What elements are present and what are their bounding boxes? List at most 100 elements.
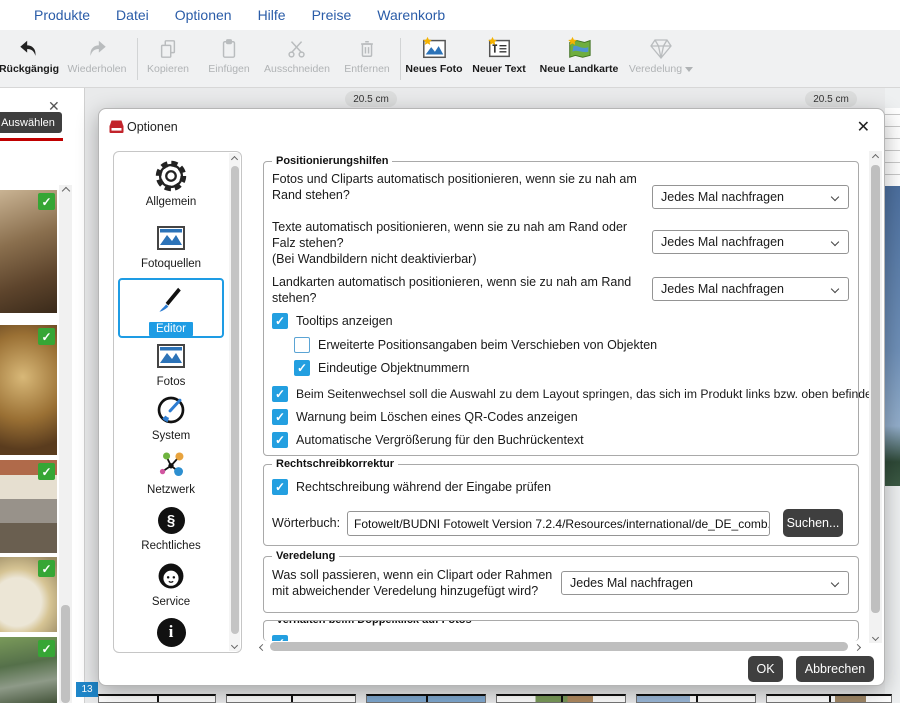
- scrollbar-thumb[interactable]: [270, 642, 848, 651]
- scroll-right-icon[interactable]: [851, 641, 864, 653]
- section-spellcheck: Rechtschreibkorrektur ✓ Rechtschreibung …: [263, 464, 859, 546]
- scroll-down-icon[interactable]: [229, 639, 240, 651]
- menu-optionen[interactable]: Optionen: [175, 7, 232, 23]
- photo-thumbnail-stream[interactable]: ✓: [0, 637, 57, 703]
- nav-item-netzwerk[interactable]: Netzwerk: [114, 446, 228, 496]
- page-change-layout-checkbox[interactable]: ✓: [272, 386, 288, 402]
- nav-label: Fotos: [157, 376, 186, 388]
- checkbox-row-spellcheck: ✓ Rechtschreibung während der Eingabe pr…: [272, 478, 551, 495]
- trash-icon: [357, 34, 377, 60]
- toolbar-cut-button[interactable]: Ausschneiden: [262, 34, 332, 84]
- select-photos-button[interactable]: Auswählen: [0, 112, 62, 133]
- ruler-width-label-left: 20.5 cm: [345, 91, 397, 107]
- nav-label: Rechtliches: [141, 540, 200, 552]
- scroll-up-icon[interactable]: [229, 153, 240, 165]
- page-spread-thumbnail[interactable]: [98, 694, 216, 703]
- extended-position-checkbox[interactable]: ✓: [294, 337, 310, 353]
- menu-datei[interactable]: Datei: [116, 7, 149, 23]
- dropdown-value: Jedes Mal nachfragen: [661, 282, 784, 296]
- texts-positioning-dropdown[interactable]: Jedes Mal nachfragen: [652, 230, 849, 254]
- options-content-vscrollbar[interactable]: [869, 151, 882, 643]
- page-spread-thumbnail[interactable]: [226, 694, 356, 703]
- options-nav: Allgemein Fotoquellen Editor Fotos Syste…: [113, 151, 242, 653]
- qr-delete-warning-checkbox[interactable]: ✓: [272, 409, 288, 425]
- photo-list-scrollbar[interactable]: [59, 185, 72, 703]
- cancel-button[interactable]: Abbrechen: [796, 656, 874, 682]
- nav-item-info[interactable]: i: [114, 614, 228, 650]
- toolbar-delete-button[interactable]: Entfernen: [338, 34, 396, 84]
- ok-button[interactable]: OK: [748, 656, 783, 682]
- scroll-up-icon[interactable]: [59, 185, 72, 197]
- nav-label: Fotoquellen: [141, 258, 201, 270]
- selected-check-icon: ✓: [38, 328, 55, 345]
- scrollbar-thumb[interactable]: [871, 165, 880, 613]
- current-page-badge: 13: [76, 682, 98, 697]
- toolbar-new-text-button[interactable]: Neuer Text: [468, 34, 530, 84]
- options-content-hscrollbar[interactable]: [256, 641, 864, 653]
- copy-icon: [158, 34, 178, 60]
- section-legend: Verhalten beim Doppelklick auf Fotos: [272, 620, 476, 626]
- menu-warenkorb[interactable]: Warenkorb: [377, 7, 445, 23]
- scroll-down-icon[interactable]: [869, 631, 882, 643]
- nav-item-rechtliches[interactable]: § Rechtliches: [114, 502, 228, 552]
- nav-item-system[interactable]: System: [114, 392, 228, 442]
- photo-thumbnail-fountain[interactable]: ✓: [0, 460, 57, 553]
- dropdown-value: Jedes Mal nachfragen: [661, 190, 784, 204]
- nav-item-service[interactable]: Service: [114, 558, 228, 608]
- maps-positioning-dropdown[interactable]: Jedes Mal nachfragen: [652, 277, 849, 301]
- scroll-left-icon[interactable]: [256, 641, 269, 653]
- photos-positioning-dropdown[interactable]: Jedes Mal nachfragen: [652, 185, 849, 209]
- selected-check-icon: ✓: [38, 560, 55, 577]
- chevron-down-icon: [831, 579, 839, 587]
- page-spread-thumbnail[interactable]: [766, 694, 892, 703]
- dropdown-value: Jedes Mal nachfragen: [661, 235, 784, 249]
- spine-text-zoom-checkbox[interactable]: ✓: [272, 432, 288, 448]
- toolbar-new-photo-button[interactable]: Neues Foto: [405, 34, 463, 84]
- menu-produkte[interactable]: Produkte: [34, 7, 90, 23]
- toolbar-copy-button[interactable]: Kopieren: [142, 34, 194, 84]
- nav-label: System: [152, 430, 190, 442]
- toolbar-paste-button[interactable]: Einfügen: [202, 34, 256, 84]
- section-doubleclick: Verhalten beim Doppelklick auf Fotos ✓: [263, 620, 859, 641]
- tooltips-checkbox[interactable]: ✓: [272, 313, 288, 329]
- network-icon: [155, 446, 187, 482]
- toolbar-redo-button[interactable]: Wiederholen: [62, 34, 132, 84]
- nav-item-fotos[interactable]: Fotos: [114, 338, 228, 388]
- nav-item-fotoquellen[interactable]: Fotoquellen: [114, 220, 228, 270]
- nav-label: Allgemein: [146, 196, 197, 208]
- toolbar-new-map-button[interactable]: Neue Landkarte: [539, 34, 619, 84]
- checkbox-row-extended-position: ✓ Erweiterte Positionsangaben beim Versc…: [294, 336, 657, 353]
- finishing-question: Was soll passieren, wenn ein Clipart ode…: [272, 567, 560, 599]
- dictionary-path-input[interactable]: Fotowelt/BUDNI Fotowelt Version 7.2.4/Re…: [347, 511, 770, 536]
- scrollbar-thumb[interactable]: [61, 605, 70, 703]
- paste-icon: [219, 34, 239, 60]
- scroll-up-icon[interactable]: [869, 151, 882, 163]
- nav-item-editor[interactable]: Editor: [118, 278, 224, 338]
- page-spread-thumbnail[interactable]: [366, 694, 486, 703]
- menu-preise[interactable]: Preise: [312, 7, 352, 23]
- dictionary-search-button[interactable]: Suchen...: [783, 509, 843, 537]
- setting-question: Fotos und Cliparts automatisch positioni…: [272, 171, 654, 203]
- finishing-dropdown[interactable]: Jedes Mal nachfragen: [561, 571, 849, 595]
- menu-bar: Produkte Datei Optionen Hilfe Preise War…: [0, 0, 900, 30]
- scrollbar-thumb[interactable]: [231, 166, 239, 634]
- toolbar-undo-button[interactable]: Rückgängig: [0, 34, 58, 84]
- photo-thumbnail-altar[interactable]: ✓: [0, 325, 57, 455]
- spellcheck-checkbox[interactable]: ✓: [272, 479, 288, 495]
- legal-paragraph-icon: §: [158, 502, 185, 538]
- object-numbers-checkbox[interactable]: ✓: [294, 360, 310, 376]
- section-positioning: Positionierungshilfen Fotos und Cliparts…: [263, 161, 859, 456]
- page-strip: [98, 694, 900, 703]
- page-spread-thumbnail[interactable]: [496, 694, 626, 703]
- photo-thumbnail-church-vault[interactable]: ✓: [0, 190, 57, 313]
- dialog-close-icon[interactable]: ✕: [857, 117, 870, 137]
- photo-thumbnail-food[interactable]: ✓: [0, 557, 57, 632]
- page-spread-thumbnail[interactable]: [636, 694, 756, 703]
- check-icon: ✓: [275, 411, 285, 423]
- selected-check-icon: ✓: [38, 463, 55, 480]
- nav-item-allgemein[interactable]: Allgemein: [114, 158, 228, 208]
- options-nav-scrollbar[interactable]: [229, 153, 240, 651]
- menu-hilfe[interactable]: Hilfe: [258, 7, 286, 23]
- toolbar-finishing-button[interactable]: Veredelung: [626, 34, 696, 84]
- check-icon: ✓: [275, 315, 285, 327]
